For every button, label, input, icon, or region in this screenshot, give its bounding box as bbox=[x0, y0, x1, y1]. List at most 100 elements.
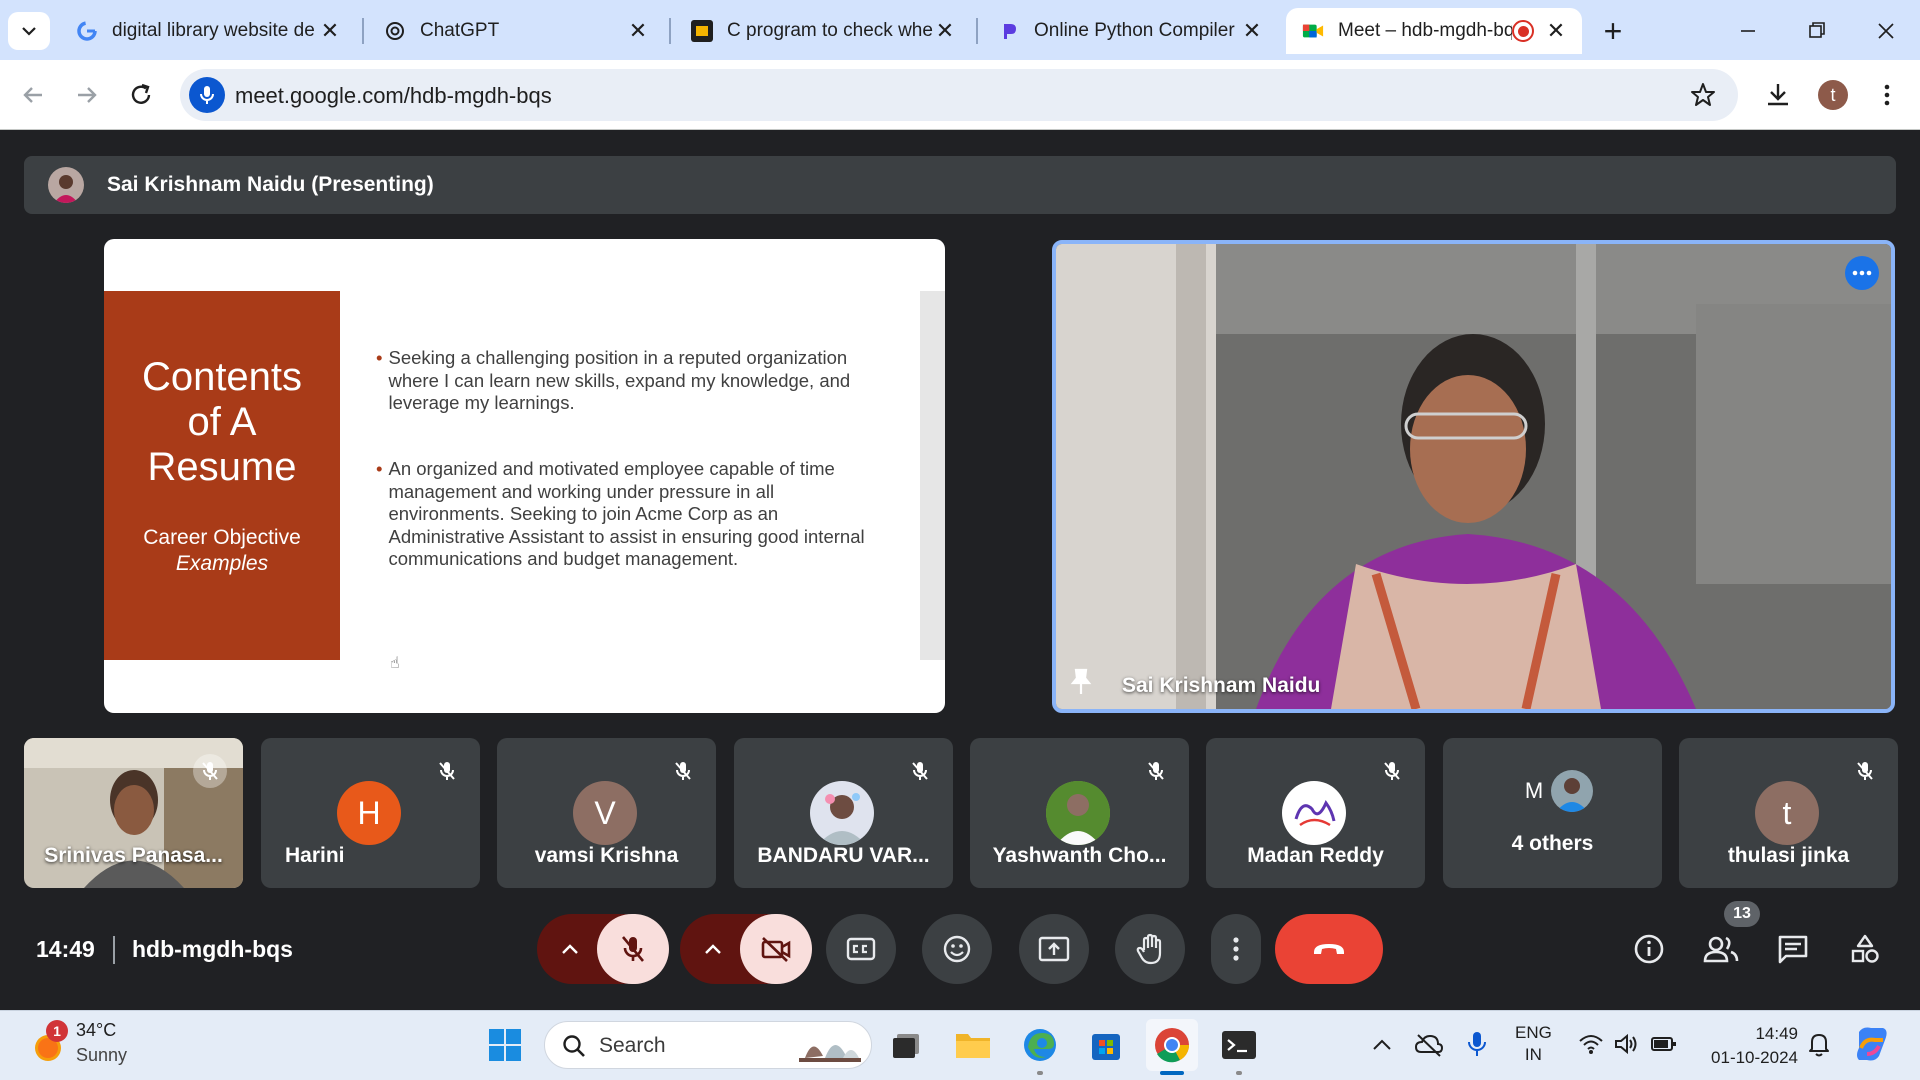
participant-tile[interactable]: Srinivas Panasa... bbox=[24, 738, 243, 888]
activities-button[interactable] bbox=[1843, 927, 1887, 971]
terminal-button[interactable] bbox=[1213, 1019, 1265, 1071]
participant-avatar: H bbox=[337, 781, 401, 845]
task-view-button[interactable] bbox=[880, 1019, 932, 1071]
tab-python-compiler[interactable]: Online Python Compiler ( ✕ bbox=[982, 8, 1278, 54]
reload-button[interactable] bbox=[126, 80, 156, 110]
mic-off-icon bbox=[430, 754, 464, 788]
wifi-icon bbox=[1579, 1035, 1603, 1054]
running-app-indicator bbox=[1236, 1071, 1242, 1075]
taskbar-search[interactable]: Search bbox=[544, 1021, 872, 1069]
present-screen-button[interactable] bbox=[1019, 914, 1089, 984]
chat-icon bbox=[1778, 935, 1808, 964]
tab-digital-library[interactable]: digital library website de ✕ bbox=[60, 8, 356, 54]
clock[interactable]: 14:49 01-10-2024 bbox=[1698, 1022, 1798, 1070]
reactions-button[interactable] bbox=[922, 914, 992, 984]
profile-avatar[interactable]: t bbox=[1818, 80, 1848, 110]
minimize-icon bbox=[1741, 30, 1755, 32]
volume-button[interactable] bbox=[1613, 1032, 1639, 1056]
info-icon bbox=[1634, 934, 1664, 964]
close-tab-icon[interactable]: ✕ bbox=[1544, 18, 1568, 43]
slide-scroll-strip bbox=[920, 291, 945, 660]
slide-bullet: • An organized and motivated employee cap… bbox=[376, 458, 876, 571]
close-window-button[interactable] bbox=[1868, 16, 1904, 46]
tab-meet[interactable]: Meet – hdb-mgdh-bq ✕ bbox=[1286, 8, 1582, 54]
participant-name: Harini bbox=[285, 844, 345, 867]
tab-search-button[interactable] bbox=[8, 12, 50, 50]
bookmark-star-button[interactable] bbox=[1688, 80, 1718, 110]
participant-tile[interactable]: Madan Reddy bbox=[1206, 738, 1425, 888]
raise-hand-button[interactable] bbox=[1115, 914, 1185, 984]
participant-photo bbox=[810, 781, 874, 845]
participant-name: Srinivas Panasa... bbox=[44, 844, 223, 867]
more-options-button[interactable] bbox=[1211, 914, 1261, 984]
leave-call-button[interactable] bbox=[1275, 914, 1383, 984]
battery-indicator[interactable] bbox=[1650, 1034, 1678, 1054]
bullet-text: Seeking a challenging position in a repu… bbox=[388, 347, 851, 413]
microphone-in-use[interactable] bbox=[1466, 1030, 1488, 1058]
participant-tile[interactable]: Yashwanth Cho... bbox=[970, 738, 1189, 888]
tab-divider bbox=[362, 18, 364, 44]
participant-avatar: t bbox=[1755, 781, 1819, 845]
chrome-icon bbox=[1155, 1028, 1189, 1063]
close-tab-icon[interactable]: ✕ bbox=[1240, 18, 1264, 43]
divider bbox=[113, 936, 115, 964]
tab-c-program[interactable]: C program to check whet ✕ bbox=[675, 8, 971, 54]
others-tile[interactable]: M 4 others bbox=[1443, 738, 1662, 888]
show-hidden-icons-button[interactable] bbox=[1370, 1033, 1394, 1057]
more-options-button[interactable] bbox=[1845, 256, 1879, 290]
search-highlight-icon bbox=[799, 1045, 861, 1062]
people-button[interactable] bbox=[1699, 927, 1743, 971]
downloads-button[interactable] bbox=[1763, 80, 1793, 110]
mic-off-icon bbox=[666, 754, 700, 788]
back-button[interactable] bbox=[18, 80, 48, 110]
restore-button[interactable] bbox=[1798, 16, 1834, 46]
mic-site-indicator[interactable] bbox=[189, 77, 225, 113]
minimize-button[interactable] bbox=[1730, 16, 1766, 46]
participant-tile[interactable]: V vamsi Krishna bbox=[497, 738, 716, 888]
close-tab-icon[interactable]: ✕ bbox=[933, 18, 957, 43]
mic-off-icon bbox=[1375, 754, 1409, 788]
search-icon bbox=[563, 1035, 585, 1057]
forward-button[interactable] bbox=[72, 80, 102, 110]
mic-toggle-button[interactable] bbox=[597, 914, 669, 984]
presenter-label: Sai Krishnam Naidu (Presenting) bbox=[107, 173, 434, 196]
main-speaker-video: Sai Krishnam Naidu bbox=[1052, 240, 1895, 713]
chrome-button[interactable] bbox=[1146, 1019, 1198, 1071]
language-indicator[interactable]: ENG IN bbox=[1515, 1022, 1552, 1066]
new-tab-button[interactable]: + bbox=[1596, 13, 1630, 49]
browser-menu-button[interactable] bbox=[1872, 80, 1902, 110]
lang-top: ENG bbox=[1515, 1023, 1552, 1042]
chevron-up-icon bbox=[705, 944, 721, 954]
meeting-code: hdb-mgdh-bqs bbox=[132, 936, 293, 962]
close-tab-icon[interactable]: ✕ bbox=[318, 18, 342, 43]
captions-button[interactable] bbox=[826, 914, 896, 984]
close-tab-icon[interactable]: ✕ bbox=[626, 18, 650, 43]
kebab-menu-icon bbox=[1884, 84, 1890, 106]
start-button[interactable] bbox=[479, 1019, 531, 1071]
edge-button[interactable] bbox=[1014, 1019, 1066, 1071]
camera-toggle-button[interactable] bbox=[740, 914, 812, 984]
end-call-icon bbox=[1314, 944, 1344, 954]
network-button[interactable] bbox=[1578, 1032, 1604, 1056]
pin-icon[interactable] bbox=[1070, 668, 1092, 696]
store-button[interactable] bbox=[1080, 1019, 1132, 1071]
participant-tile[interactable]: H Harini bbox=[261, 738, 480, 888]
copilot-button[interactable] bbox=[1853, 1024, 1891, 1064]
geeks-icon bbox=[691, 20, 713, 42]
star-icon bbox=[1691, 83, 1715, 106]
file-explorer-button[interactable] bbox=[947, 1019, 999, 1071]
participant-avatar: V bbox=[573, 781, 637, 845]
microphone-icon bbox=[1468, 1032, 1486, 1056]
notifications-button[interactable] bbox=[1807, 1030, 1831, 1058]
participant-count-badge: 13 bbox=[1724, 901, 1760, 927]
chat-button[interactable] bbox=[1771, 927, 1815, 971]
meeting-details-button[interactable] bbox=[1627, 927, 1671, 971]
weather-widget[interactable]: 1 34°C Sunny bbox=[28, 1020, 148, 1072]
reload-icon bbox=[131, 83, 151, 104]
participant-tile[interactable]: t thulasi jinka bbox=[1679, 738, 1898, 888]
participant-tile[interactable]: BANDARU VAR... bbox=[734, 738, 953, 888]
tab-chatgpt[interactable]: ChatGPT ✕ bbox=[368, 8, 664, 54]
chevron-up-icon bbox=[562, 944, 578, 954]
onedrive-status[interactable] bbox=[1414, 1032, 1444, 1058]
bell-icon bbox=[1809, 1034, 1829, 1057]
